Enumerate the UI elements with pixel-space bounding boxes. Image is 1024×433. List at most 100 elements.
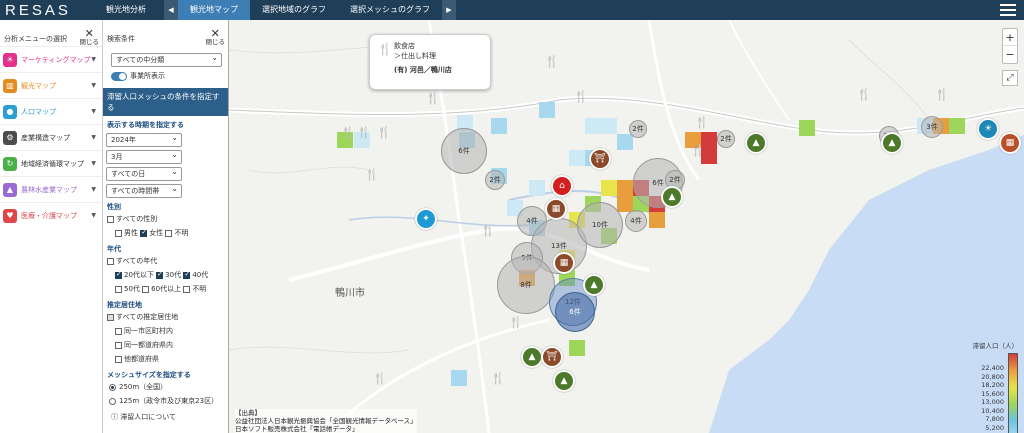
tab-prev-arrow-icon[interactable]: ◀ — [164, 0, 178, 20]
restaurant-icon[interactable]: 🍴 — [357, 126, 371, 139]
mesh-cell[interactable] — [617, 134, 633, 150]
age-40-checkbox[interactable] — [183, 270, 191, 279]
poi-info-popup[interactable]: 🍴 飲食店 ＞仕出し料理 (有) 河邑／鴨川店 — [369, 34, 491, 90]
same-city-checkbox[interactable] — [115, 327, 122, 335]
menu-item-marketing[interactable]: ☀ マーケティングマップ ▼ — [0, 46, 102, 72]
beach-pin-icon[interactable]: ☀ — [977, 118, 999, 140]
poi-cluster[interactable]: 4件 — [625, 210, 647, 232]
restaurant-icon[interactable]: 🍴 — [545, 55, 559, 68]
mesh-cell[interactable] — [949, 118, 965, 134]
shrine-pin-icon[interactable]: ⛩ — [541, 346, 563, 368]
restaurant-icon[interactable]: 🍴 — [426, 92, 440, 105]
mesh-cell[interactable] — [539, 102, 555, 118]
sightseeing-pin-icon[interactable]: ▦ — [545, 198, 567, 220]
tab-mesh-graph[interactable]: 選択メッシュのグラフ — [338, 0, 442, 20]
tab-region-graph[interactable]: 選択地域のグラフ — [250, 0, 338, 20]
restaurant-icon[interactable]: 🍴 — [373, 372, 387, 385]
time-select[interactable]: すべての時間帯 — [106, 183, 182, 198]
tab-next-arrow-icon[interactable]: ▶ — [442, 0, 456, 20]
age-unknown-checkbox[interactable] — [183, 285, 191, 293]
age-50-checkbox[interactable] — [115, 285, 122, 293]
mesh-cell[interactable] — [649, 212, 665, 228]
gender-all-checkbox[interactable] — [107, 215, 114, 223]
restaurant-icon[interactable]: 🍴 — [857, 88, 871, 101]
resas-logo[interactable]: RESAS — [0, 2, 100, 19]
age-all-checkbox[interactable] — [107, 257, 114, 265]
poi-cluster[interactable]: 6件 — [441, 128, 487, 174]
activity-pin-icon[interactable]: ✦ — [415, 208, 437, 230]
mesh-cell[interactable] — [585, 118, 601, 134]
nature-pin-icon[interactable]: ▲ — [583, 274, 605, 296]
nature-pin-icon[interactable]: ▲ — [881, 132, 903, 154]
age-60-checkbox[interactable] — [142, 285, 150, 293]
mesh-cell[interactable] — [451, 370, 467, 386]
subcategory-select[interactable]: すべての中分類 — [111, 52, 222, 67]
menu-item-population[interactable]: ● 人口マップ ▼ — [0, 98, 102, 124]
poi-cluster[interactable]: 6件 — [555, 292, 595, 332]
nature-pin-icon[interactable]: ▲ — [745, 132, 767, 154]
gender-unknown-checkbox[interactable] — [165, 229, 173, 237]
menu-item-medical[interactable]: ♥ 医療・介護マップ ▼ — [0, 202, 102, 228]
map-canvas[interactable]: 6件 2件 4件 13件 10件 5件 8件 12件 6件 6件 2件 4件 2… — [229, 20, 1024, 433]
restaurant-pin-icon[interactable]: ⌂ — [551, 175, 573, 197]
mesh-125-radio[interactable] — [109, 397, 116, 405]
restaurant-icon[interactable]: 🍴 — [695, 116, 709, 129]
mesh-cell[interactable] — [569, 340, 585, 356]
female-checkbox[interactable] — [140, 228, 148, 237]
age-30-checkbox[interactable] — [156, 270, 164, 279]
year-select[interactable]: 2024年 — [106, 132, 182, 147]
nature-pin-icon[interactable]: ▲ — [521, 346, 543, 368]
other-pref-checkbox[interactable] — [115, 355, 122, 363]
nature-pin-icon[interactable]: ▲ — [553, 370, 575, 392]
office-display-toggle[interactable] — [111, 71, 127, 81]
month-select[interactable]: 3月 — [106, 149, 182, 164]
mesh-cell[interactable] — [529, 180, 545, 196]
close-condition-button[interactable]: ✕ 閉じる — [206, 28, 226, 46]
restaurant-icon[interactable]: 🍴 — [691, 144, 705, 157]
menu-item-industry[interactable]: ⚙ 産業構造マップ ▼ — [0, 124, 102, 150]
zoom-in-button[interactable]: + — [1003, 29, 1017, 46]
legend-color-bar — [1008, 353, 1018, 433]
hamburger-menu-icon[interactable] — [1000, 4, 1016, 16]
poi-cluster[interactable]: 2件 — [629, 120, 647, 138]
male-checkbox[interactable] — [115, 229, 122, 237]
poi-cluster[interactable]: 2件 — [717, 130, 735, 148]
mesh-cell[interactable] — [601, 118, 617, 134]
mesh-cell[interactable] — [617, 180, 633, 196]
mesh-cell[interactable] — [491, 118, 507, 134]
restaurant-icon[interactable]: 🍴 — [377, 126, 391, 139]
fullscreen-icon[interactable]: ⤢ — [1002, 70, 1018, 86]
restaurant-icon[interactable]: 🍴 — [365, 168, 379, 181]
restaurant-icon[interactable]: 🍴 — [491, 372, 505, 385]
poi-cluster[interactable]: 2件 — [485, 170, 505, 190]
menu-item-agriculture[interactable]: ▲ 農林水産業マップ ▼ — [0, 176, 102, 202]
mesh-cell[interactable] — [601, 180, 617, 196]
tab-tourism-map[interactable]: 観光地マップ — [178, 0, 250, 20]
poi-cluster[interactable]: 8件 — [497, 256, 555, 314]
facility-pin-icon[interactable]: ▦ — [999, 132, 1021, 154]
close-analysis-menu-button[interactable]: ✕ 閉じる — [80, 28, 100, 46]
restaurant-icon[interactable]: 🍴 — [574, 90, 588, 103]
menu-item-economy-cycle[interactable]: ↻ 地域経済循環マップ ▼ — [0, 150, 102, 176]
tab-tourism-analysis[interactable]: 観光地分析 — [100, 0, 158, 20]
residence-all-checkbox[interactable] — [107, 313, 114, 321]
restaurant-icon[interactable]: 🍴 — [481, 224, 495, 237]
poi-cluster[interactable]: 10件 — [577, 202, 623, 248]
restaurant-icon[interactable]: 🍴 — [935, 88, 949, 101]
menu-item-tourism[interactable]: ▥ 観光マップ ▼ — [0, 72, 102, 98]
restaurant-icon[interactable]: 🍴 — [341, 126, 355, 139]
shrine-pin-icon[interactable]: ⛩ — [589, 148, 611, 170]
mesh-cell[interactable] — [799, 120, 815, 136]
same-pref-checkbox[interactable] — [115, 341, 122, 349]
nature-pin-icon[interactable]: ▲ — [661, 186, 683, 208]
zoom-out-button[interactable]: − — [1003, 46, 1017, 63]
poi-cluster[interactable]: 3件 — [921, 116, 943, 138]
day-select[interactable]: すべての日 — [106, 166, 182, 181]
facility-pin-icon[interactable]: ▦ — [553, 252, 575, 274]
about-population-link[interactable]: ⓘ 滞留人口について — [103, 408, 228, 424]
mesh-cell[interactable] — [617, 196, 633, 212]
mesh-cell[interactable] — [569, 150, 585, 166]
mesh-250-radio[interactable] — [109, 383, 116, 391]
restaurant-icon[interactable]: 🍴 — [509, 316, 523, 329]
age-20-checkbox[interactable] — [115, 270, 122, 279]
